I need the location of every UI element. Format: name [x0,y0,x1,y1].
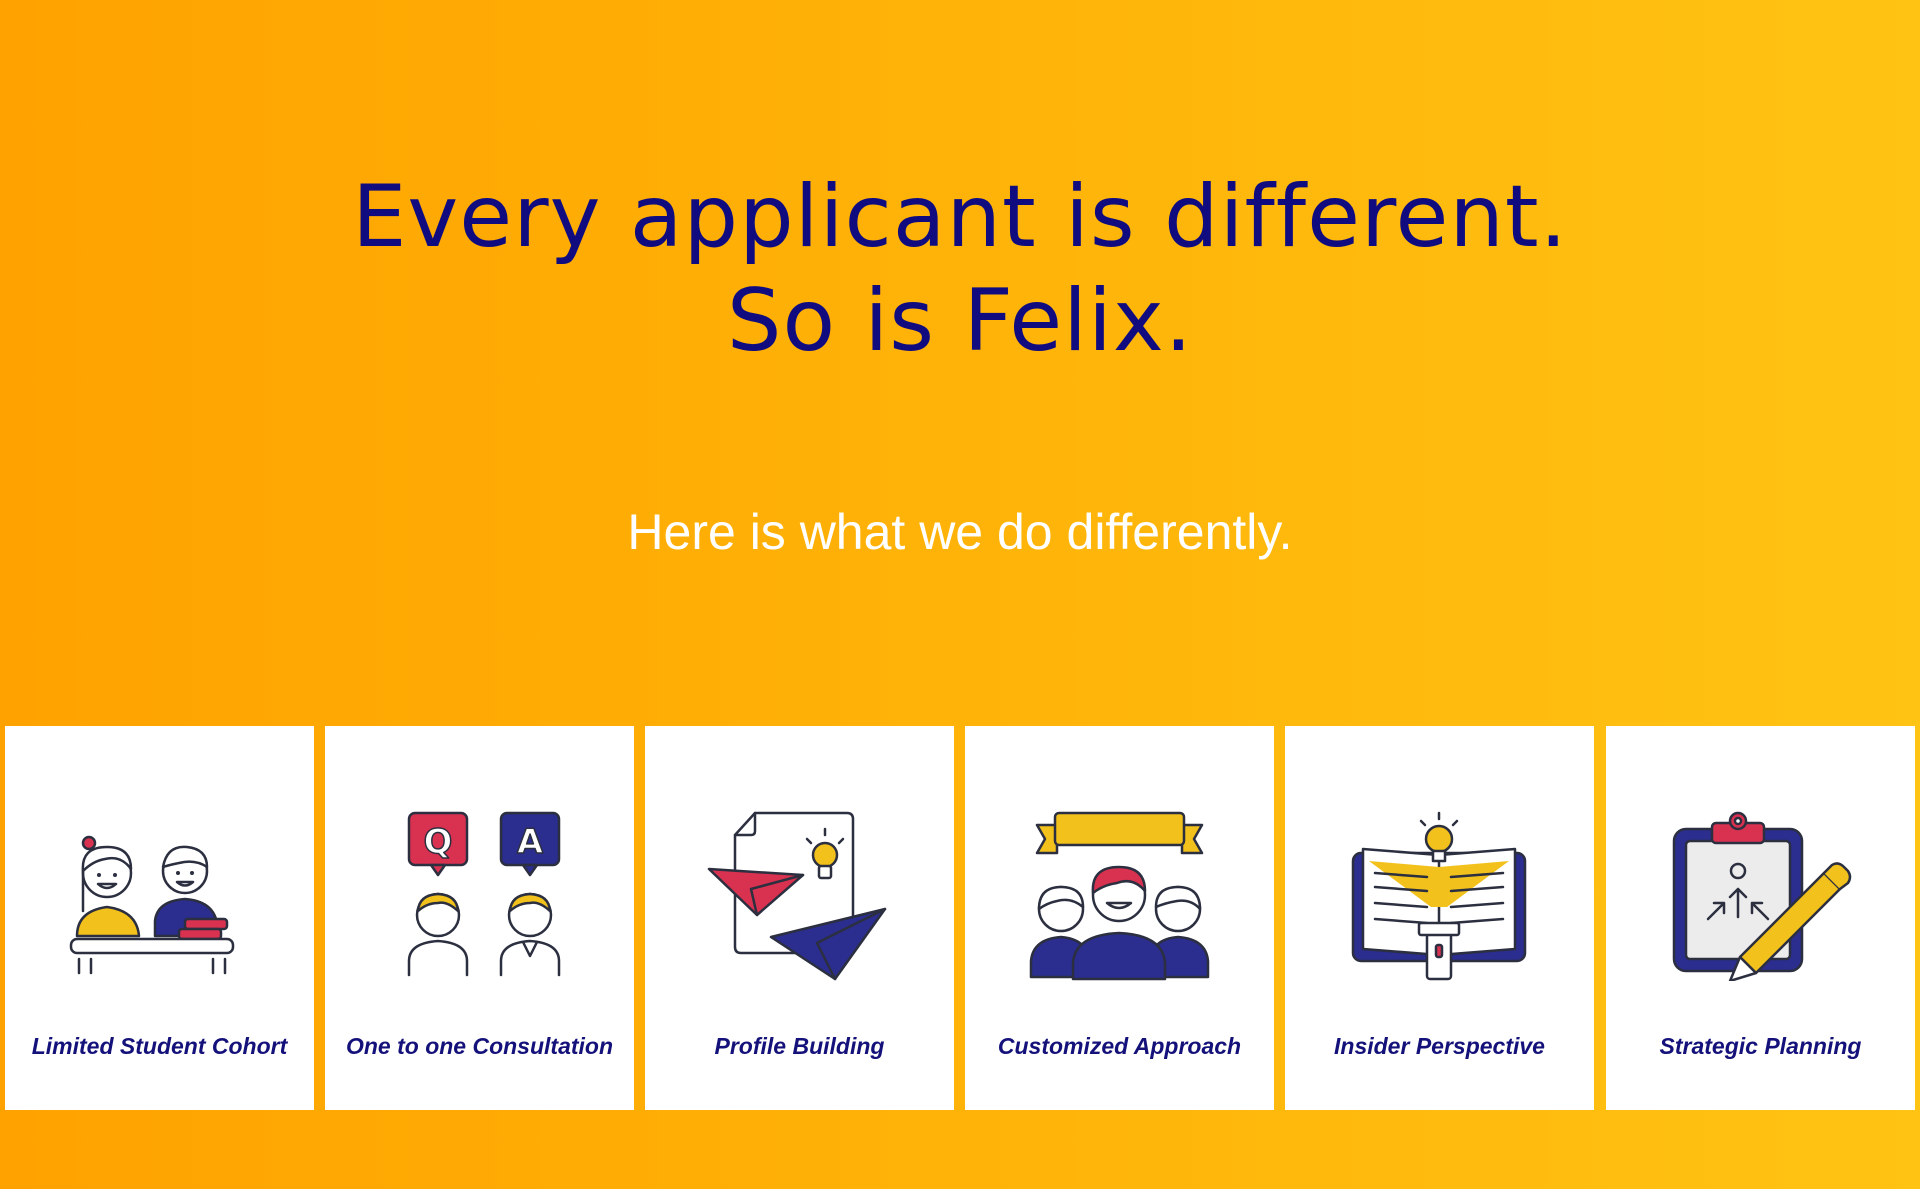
feature-card-limited-student-cohort: Limited Student Cohort [5,726,314,1110]
card-label: Profile Building [714,1033,885,1059]
feature-card-one-to-one-consultation: Q A One to one Consultation [325,726,634,1110]
feature-card-strategic-planning: Strategic Planning [1606,726,1915,1110]
card-label: Strategic Planning [1659,1033,1862,1059]
clipboard-pen-icon [1668,811,1853,981]
subheadline: Here is what we do differently. [627,504,1293,560]
headline-line-2: So is Felix. [726,271,1194,371]
card-label: Insider Perspective [1334,1033,1545,1059]
feature-cards: Limited Student Cohort Q A One to one Co… [5,726,1915,1110]
card-label: Limited Student Cohort [31,1033,288,1059]
headline-line-1: Every applicant is different. [352,167,1568,267]
feature-card-customized-approach: Customized Approach [965,726,1274,1110]
paper-planes-document-icon [707,811,892,981]
feature-card-insider-perspective: Insider Perspective [1285,726,1594,1110]
question-answer-icon: Q A [387,811,572,981]
book-lightbulb-icon [1347,811,1532,981]
card-label: Customized Approach [997,1033,1242,1059]
team-banner-icon [1027,811,1212,981]
card-label: One to one Consultation [345,1033,614,1059]
students-at-desk-icon [67,811,252,981]
svg-text:Q: Q [424,822,453,862]
svg-text:A: A [517,822,544,862]
feature-card-profile-building: Profile Building [645,726,954,1110]
